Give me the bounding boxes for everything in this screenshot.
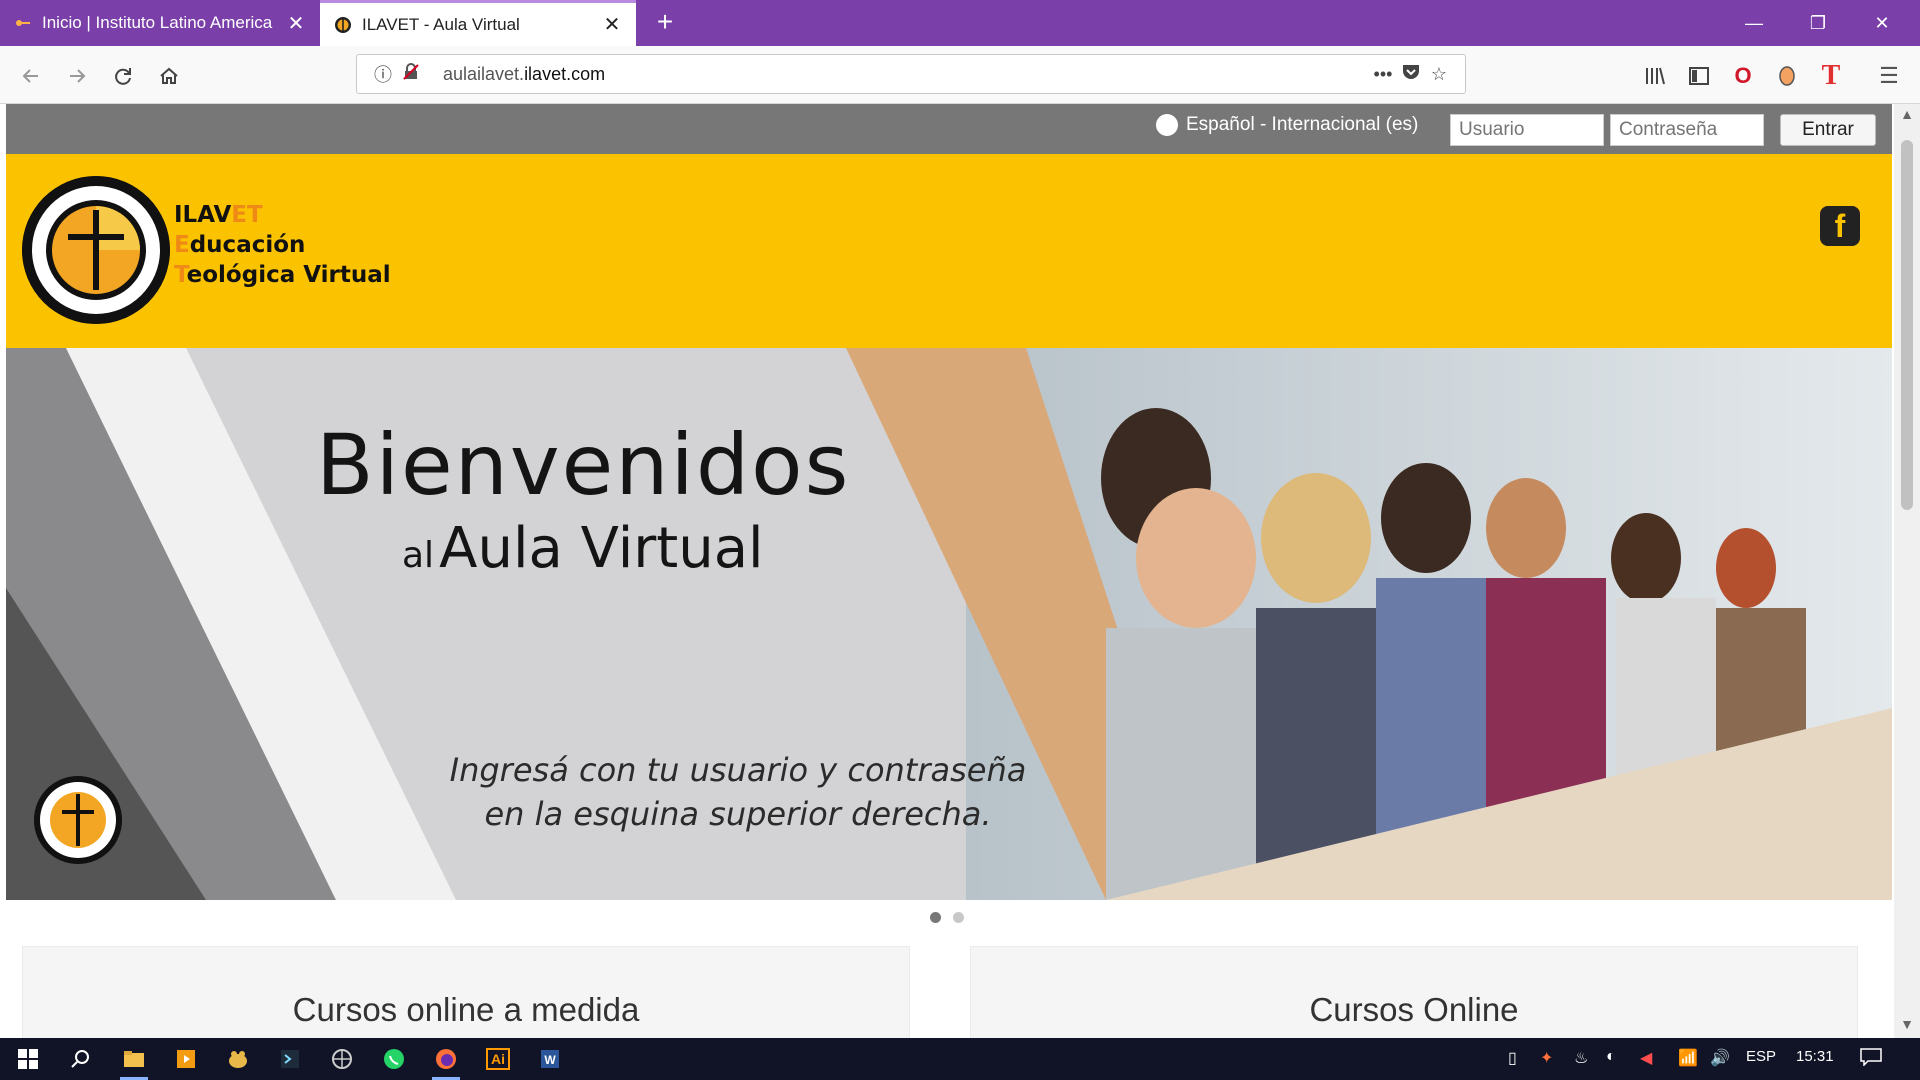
bookmark-star-icon[interactable]: ☆ (1425, 64, 1453, 85)
username-input[interactable] (1450, 114, 1604, 146)
tab-close-icon[interactable]: ✕ (286, 11, 306, 36)
language-selector[interactable]: Español - Internacional (es) (1156, 114, 1418, 136)
url-text: aulailavet.ilavet.com (443, 63, 606, 84)
facebook-icon[interactable]: f (1820, 206, 1860, 246)
minimize-icon[interactable]: — (1734, 8, 1774, 38)
welcome-subheading: al Aula Virtual (402, 516, 764, 581)
login-button[interactable]: Entrar (1780, 114, 1876, 146)
library-icon[interactable] (1638, 59, 1672, 93)
opera-icon[interactable]: O (1726, 59, 1760, 93)
reload-icon[interactable] (106, 59, 140, 93)
tab-aula-virtual[interactable]: ILAVET - Aula Virtual ✕ (320, 0, 636, 46)
hero-banner: Bienvenidos al Aula Virtual Ingresá con … (6, 348, 1892, 900)
insecure-lock-icon[interactable] (397, 62, 425, 86)
search-icon[interactable] (60, 1042, 100, 1076)
menu-icon[interactable]: ☰ (1872, 59, 1906, 93)
notifications-icon[interactable] (1860, 1048, 1882, 1071)
close-window-icon[interactable]: ✕ (1862, 8, 1902, 38)
scroll-up-icon[interactable]: ▲ (1894, 106, 1920, 122)
home-icon[interactable] (152, 59, 186, 93)
tray-app3-icon[interactable]: ◐ (1606, 1048, 1616, 1066)
tab-title: Inicio | Instituto Latino America (42, 13, 273, 32)
carousel-dot-1[interactable] (930, 912, 941, 923)
scrollbar-thumb[interactable] (1901, 140, 1913, 510)
new-tab-button[interactable]: + (648, 6, 682, 40)
usb-icon[interactable]: ▯ (1508, 1048, 1517, 1068)
site-favicon-icon (16, 20, 30, 26)
login-bar: Español - Internacional (es) Entrar (6, 104, 1892, 154)
back-icon[interactable] (14, 59, 48, 93)
sidebar-icon[interactable] (1682, 59, 1716, 93)
network-icon[interactable]: 📶 (1678, 1048, 1698, 1068)
app-icon[interactable] (218, 1042, 258, 1076)
globe-icon (1156, 114, 1178, 136)
input-language[interactable]: ESP (1746, 1048, 1776, 1065)
tray-app2-icon[interactable]: ♨ (1574, 1048, 1588, 1068)
illustrator-icon[interactable]: Ai (478, 1042, 518, 1076)
ilavet-small-logo (34, 776, 122, 864)
restore-icon[interactable]: ❐ (1798, 8, 1838, 38)
carousel-indicators (930, 912, 964, 923)
course-card[interactable]: Cursos Online (970, 946, 1858, 1038)
url-bar[interactable]: ⓘ aulailavet.ilavet.com ••• ☆ (356, 54, 1466, 94)
forward-icon[interactable] (60, 59, 94, 93)
course-card-title: Cursos Online (1309, 991, 1519, 1028)
ilavet-logo[interactable] (22, 176, 170, 324)
translate-icon[interactable]: T (1814, 59, 1848, 93)
extension-icon[interactable] (1770, 59, 1804, 93)
scroll-down-icon[interactable]: ▼ (1894, 1016, 1920, 1032)
browser-icon[interactable] (322, 1042, 362, 1076)
firefox-icon[interactable] (426, 1042, 466, 1080)
carousel-dot-2[interactable] (953, 912, 964, 923)
tab-title: ILAVET - Aula Virtual (362, 14, 520, 34)
volume-icon[interactable]: 🔊 (1710, 1048, 1730, 1068)
browser-tabstrip: Inicio | Instituto Latino America ✕ ILAV… (0, 0, 1920, 46)
page-scrollbar[interactable]: ▲ ▼ (1894, 104, 1920, 1038)
clock[interactable]: 15:31 (1796, 1048, 1834, 1065)
tab-inicio[interactable]: Inicio | Instituto Latino America ✕ (0, 0, 320, 46)
tray-app4-icon[interactable]: ◀ (1640, 1048, 1652, 1068)
file-explorer-icon[interactable] (114, 1042, 154, 1080)
tab-close-icon[interactable]: ✕ (602, 12, 622, 37)
course-card-title: Cursos online a medida (292, 991, 640, 1028)
ilavet-favicon-icon (335, 16, 351, 33)
windows-icon[interactable] (8, 1042, 48, 1076)
password-input[interactable] (1610, 114, 1764, 146)
course-card[interactable]: Cursos online a medida (22, 946, 910, 1038)
web-page: Español - Internacional (es) Entrar ILAV… (0, 104, 1920, 1038)
info-icon[interactable]: ⓘ (369, 61, 397, 87)
brand-name: ILAVET Educación Teológica Virtual (174, 202, 391, 288)
welcome-heading: Bienvenidos (316, 416, 851, 514)
pocket-icon[interactable] (1397, 63, 1425, 86)
media-player-icon[interactable] (166, 1042, 206, 1076)
taskbar: Ai W ▯ ✦ ♨ ◐ ◀ 📶 🔊 ESP 15:31 (0, 1038, 1920, 1080)
word-icon[interactable]: W (530, 1042, 570, 1076)
browser-toolbar: ⓘ aulailavet.ilavet.com ••• ☆ O T ☰ (0, 46, 1920, 104)
tray-app-icon[interactable]: ✦ (1540, 1048, 1553, 1068)
terminal-icon[interactable] (270, 1042, 310, 1076)
page-actions-icon[interactable]: ••• (1369, 64, 1397, 85)
login-instructions: Ingresá con tu usuario y contraseña en l… (449, 751, 1027, 833)
site-header: ILAVET Educación Teológica Virtual f (6, 154, 1892, 348)
svg-text:W: W (544, 1053, 556, 1067)
whatsapp-icon[interactable] (374, 1042, 414, 1076)
